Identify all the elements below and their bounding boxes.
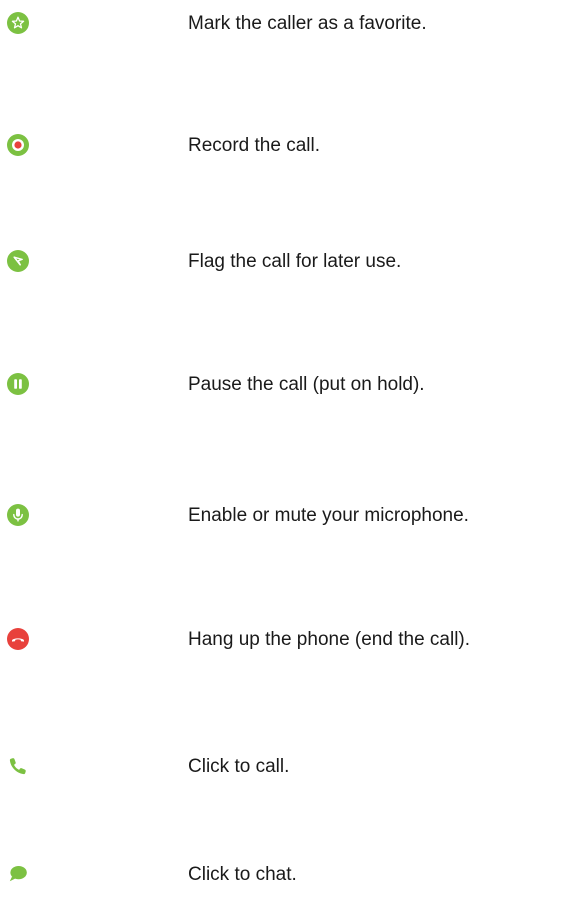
legend-row-chat: Click to chat. <box>0 862 569 902</box>
favorite-star-icon[interactable] <box>6 11 30 35</box>
record-icon[interactable] <box>6 133 30 157</box>
legend-label: Mark the caller as a favorite. <box>188 13 427 34</box>
legend-label: Pause the call (put on hold). <box>188 374 425 395</box>
legend-label: Click to chat. <box>188 864 297 885</box>
legend-row-record: Record the call. <box>0 133 569 173</box>
phone-icon[interactable] <box>6 754 30 778</box>
legend-row-hang-up: Hang up the phone (end the call). <box>0 627 569 667</box>
hang-up-icon[interactable] <box>6 627 30 651</box>
legend-row-favorite: Mark the caller as a favorite. <box>0 11 569 51</box>
legend-label: Click to call. <box>188 756 290 777</box>
legend-row-call: Click to call. <box>0 754 569 794</box>
pause-icon[interactable] <box>6 372 30 396</box>
legend-label: Record the call. <box>188 135 321 156</box>
legend-row-pause: Pause the call (put on hold). <box>0 372 569 412</box>
chat-bubble-icon[interactable] <box>6 862 30 886</box>
legend-row-flag: Flag the call for later use. <box>0 249 569 289</box>
legend-label: Hang up the phone (end the call). <box>188 629 471 650</box>
microphone-icon[interactable] <box>6 503 30 527</box>
flag-icon[interactable] <box>6 249 30 273</box>
legend-label: Enable or mute your microphone. <box>188 505 469 526</box>
legend-label: Flag the call for later use. <box>188 251 402 272</box>
legend-row-microphone: Enable or mute your microphone. <box>0 503 569 543</box>
